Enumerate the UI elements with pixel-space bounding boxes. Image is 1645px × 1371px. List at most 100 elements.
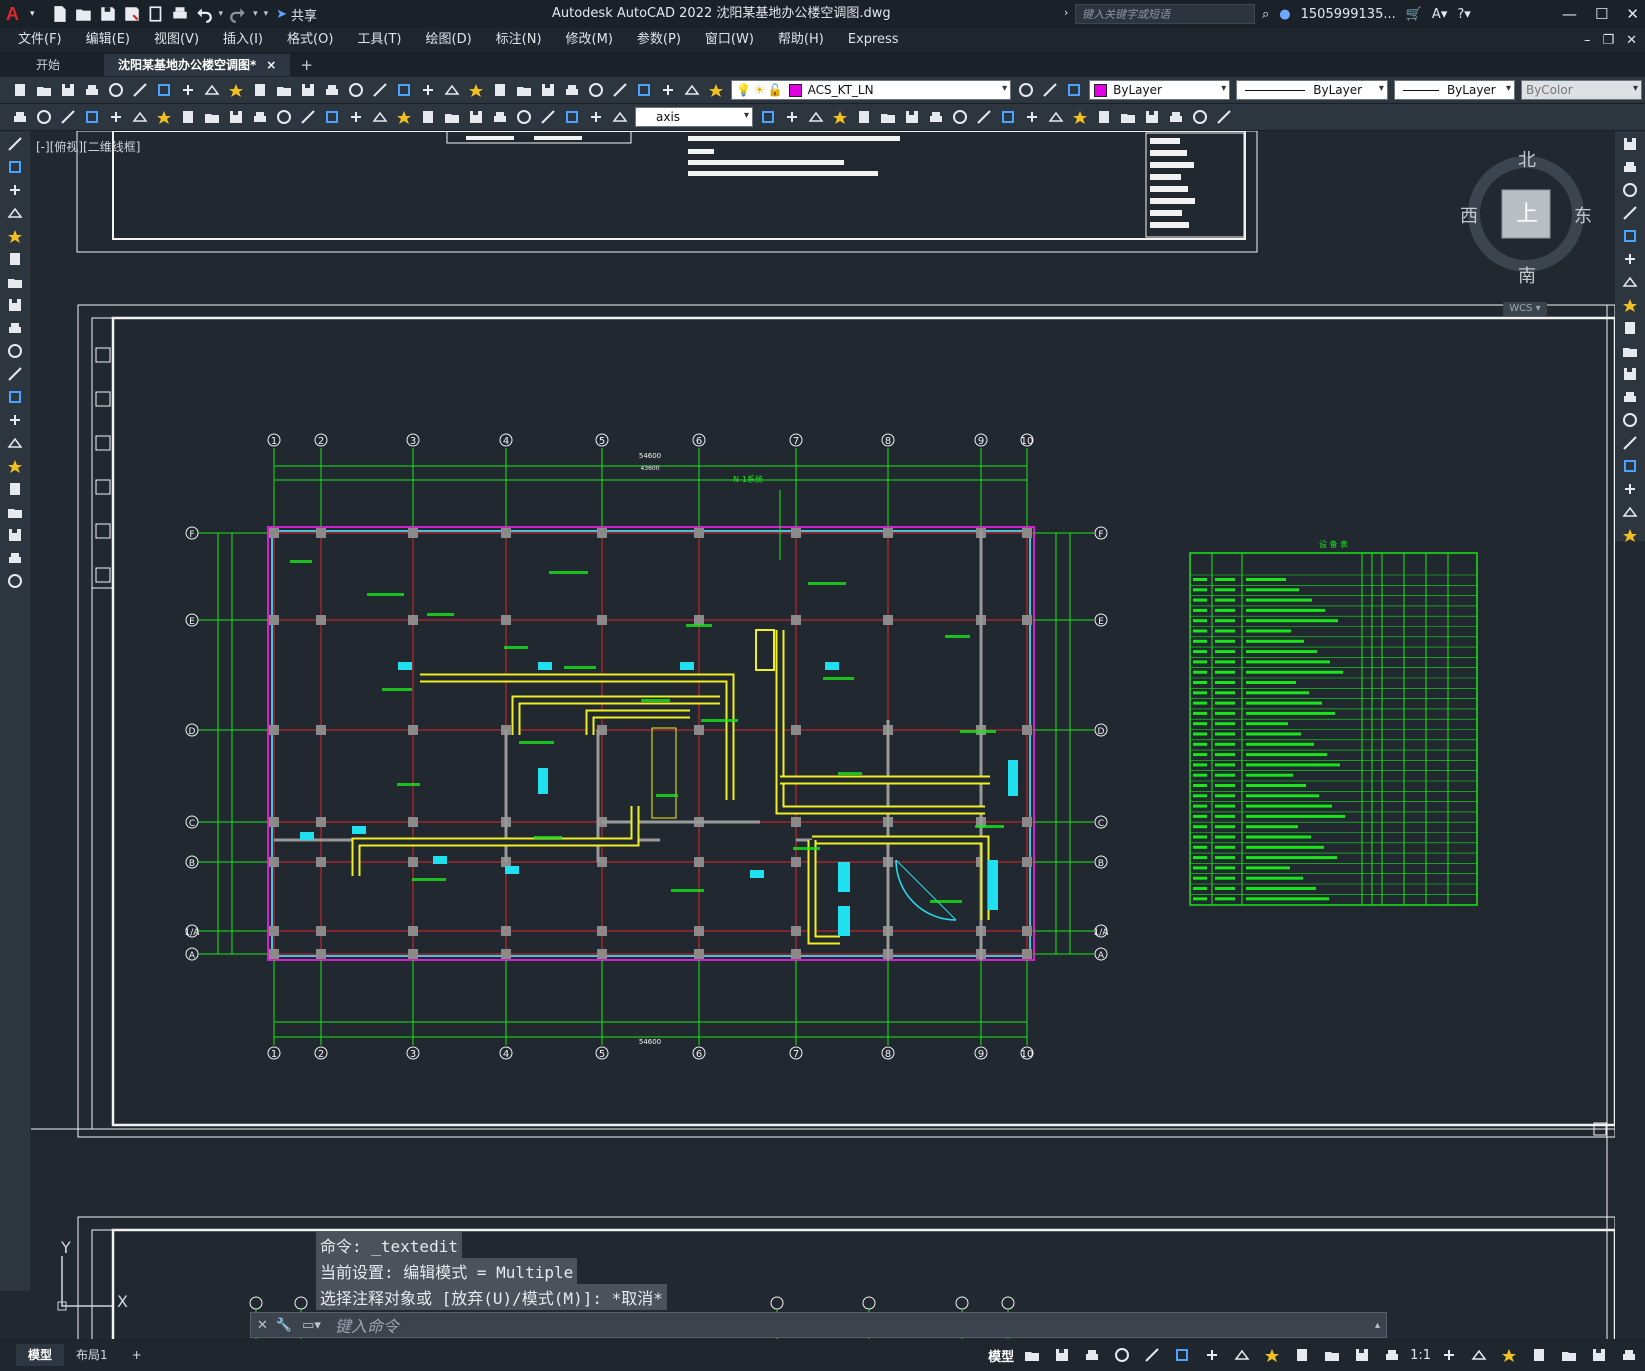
command-input[interactable]: 键入命令	[335, 1313, 399, 1337]
isolate-objects-icon[interactable]	[1559, 1345, 1579, 1365]
standard-tool-21-icon[interactable]	[514, 80, 534, 100]
modify-tool-2-icon[interactable]	[806, 107, 826, 127]
infer-icon[interactable]	[1082, 1345, 1102, 1365]
break-at-point-icon[interactable]	[1620, 387, 1640, 407]
user-icon[interactable]: ●	[1279, 7, 1290, 22]
layer-tool-2-icon[interactable]	[1064, 80, 1084, 100]
lineweight-dropdown[interactable]: ByLayer ▾	[1393, 80, 1515, 100]
polar-icon[interactable]	[1142, 1345, 1162, 1365]
polygon-icon[interactable]	[5, 203, 25, 223]
dim-tool-5-icon[interactable]	[130, 107, 150, 127]
hatch-icon[interactable]	[5, 456, 25, 476]
trim-icon[interactable]	[1620, 341, 1640, 361]
doc-restore-icon[interactable]: ❐	[1602, 33, 1614, 48]
standard-tool-11-icon[interactable]	[274, 80, 294, 100]
compass-west[interactable]: 西	[1460, 202, 1478, 228]
menu-item-1[interactable]: 编辑(E)	[74, 28, 142, 52]
dim-tool-3-icon[interactable]	[82, 107, 102, 127]
dim-tool-6-icon[interactable]	[154, 107, 174, 127]
workspace-gear-icon[interactable]	[1439, 1345, 1459, 1365]
maximize-icon[interactable]: ☐	[1595, 5, 1608, 23]
stretch-icon[interactable]	[1620, 318, 1640, 338]
modify-tool-16-icon[interactable]	[1142, 107, 1162, 127]
command-history-toggle-icon[interactable]: ▴	[1375, 1320, 1380, 1331]
blend-icon[interactable]	[1620, 502, 1640, 522]
region-icon[interactable]	[5, 502, 25, 522]
plot-icon[interactable]	[171, 5, 189, 23]
rotate-icon[interactable]	[1620, 272, 1640, 292]
standard-tool-0-icon[interactable]	[10, 80, 30, 100]
modify-tool-9-icon[interactable]	[974, 107, 994, 127]
standard-tool-8-icon[interactable]	[202, 80, 222, 100]
modify-tool-10-icon[interactable]	[998, 107, 1018, 127]
doc-minimize-icon[interactable]: –	[1584, 33, 1591, 48]
dim-tool-16-icon[interactable]	[394, 107, 414, 127]
fillet-icon[interactable]	[1620, 479, 1640, 499]
standard-tool-29-icon[interactable]	[706, 80, 726, 100]
insert-block-icon[interactable]	[5, 387, 25, 407]
standard-tool-17-icon[interactable]	[418, 80, 438, 100]
break-icon[interactable]	[1620, 410, 1640, 430]
add-selected-icon[interactable]	[5, 571, 25, 591]
annotation-monitor-icon[interactable]	[1469, 1345, 1489, 1365]
new-file-icon[interactable]	[51, 5, 69, 23]
customize-icon[interactable]	[1619, 1345, 1639, 1365]
units-icon[interactable]	[1499, 1345, 1519, 1365]
add-layout-button[interactable]: +	[120, 1344, 154, 1366]
polyline-icon[interactable]	[5, 157, 25, 177]
compass-east[interactable]: 东	[1574, 202, 1592, 228]
tab-drawing[interactable]: 沈阳某基地办公楼空调图* ×	[104, 54, 291, 76]
standard-tool-15-icon[interactable]	[370, 80, 390, 100]
menu-item-0[interactable]: 文件(F)	[6, 28, 74, 52]
drawing-canvas[interactable]: 1 1 2 2 3 3 4 4 5 5 6 6 7 7 8 8 9 9 10 10 F F E E D D C C B B 1/A 1/A A A…	[31, 131, 1615, 1339]
redo-icon[interactable]	[229, 5, 247, 23]
modify-tool-7-icon[interactable]	[926, 107, 946, 127]
fullscreen-icon[interactable]	[1589, 1345, 1609, 1365]
osnap-track-icon[interactable]	[1202, 1345, 1222, 1365]
scale-icon[interactable]	[1620, 295, 1640, 315]
spline-icon[interactable]	[5, 318, 25, 338]
arc-icon[interactable]	[5, 249, 25, 269]
modify-tool-14-icon[interactable]	[1094, 107, 1114, 127]
join-icon[interactable]	[1620, 433, 1640, 453]
circle-icon[interactable]	[5, 272, 25, 292]
modify-tool-19-icon[interactable]	[1214, 107, 1234, 127]
tab-close-icon[interactable]: ×	[266, 54, 276, 76]
modify-tool-15-icon[interactable]	[1118, 107, 1138, 127]
modify-tool-1-icon[interactable]	[782, 107, 802, 127]
standard-tool-28-icon[interactable]	[682, 80, 702, 100]
dim-tool-0-icon[interactable]	[10, 107, 30, 127]
doc-close-icon[interactable]: ✕	[1626, 33, 1637, 48]
auto-scale-icon[interactable]	[1382, 1345, 1402, 1365]
mirror-icon[interactable]	[1620, 180, 1640, 200]
share-button[interactable]: ➤ 共享	[276, 5, 317, 24]
dim-tool-4-icon[interactable]	[106, 107, 126, 127]
dim-tool-10-icon[interactable]	[250, 107, 270, 127]
customize-qat-icon[interactable]: ▾	[264, 9, 269, 19]
viewcube[interactable]: 北 南 东 西 上	[1460, 148, 1592, 288]
standard-tool-26-icon[interactable]	[634, 80, 654, 100]
point-icon[interactable]	[5, 433, 25, 453]
modify-tool-3-icon[interactable]	[830, 107, 850, 127]
standard-tool-22-icon[interactable]	[538, 80, 558, 100]
standard-tool-9-icon[interactable]	[226, 80, 246, 100]
model-space-toggle[interactable]: 模型	[988, 1346, 1014, 1365]
color-dropdown[interactable]: ByLayer ▾	[1089, 80, 1231, 100]
drawing-viewport[interactable]: 1 1 2 2 3 3 4 4 5 5 6 6 7 7 8 8 9 9 10 10 F F E E D D C C B B 1/A 1/A A A…	[31, 131, 1615, 1339]
extend-icon[interactable]	[1620, 364, 1640, 384]
save-as-icon[interactable]	[123, 5, 141, 23]
modify-tool-12-icon[interactable]	[1046, 107, 1066, 127]
dim-tool-13-icon[interactable]	[322, 107, 342, 127]
multiline-text-icon[interactable]	[5, 548, 25, 568]
ortho-icon[interactable]	[1112, 1345, 1132, 1365]
dim-tool-11-icon[interactable]	[274, 107, 294, 127]
search-icon[interactable]: ⌕	[1262, 7, 1269, 22]
viewport-controls-label[interactable]: [-][俯视][二维线框]	[36, 138, 140, 155]
help-icon[interactable]: ?▾	[1457, 7, 1470, 22]
dim-tool-23-icon[interactable]	[562, 107, 582, 127]
close-command-icon[interactable]: ✕	[257, 1318, 268, 1333]
standard-tool-1-icon[interactable]	[34, 80, 54, 100]
line-icon[interactable]	[5, 134, 25, 154]
layer-tool-0-icon[interactable]	[1016, 80, 1036, 100]
explode-icon[interactable]	[1620, 525, 1640, 545]
